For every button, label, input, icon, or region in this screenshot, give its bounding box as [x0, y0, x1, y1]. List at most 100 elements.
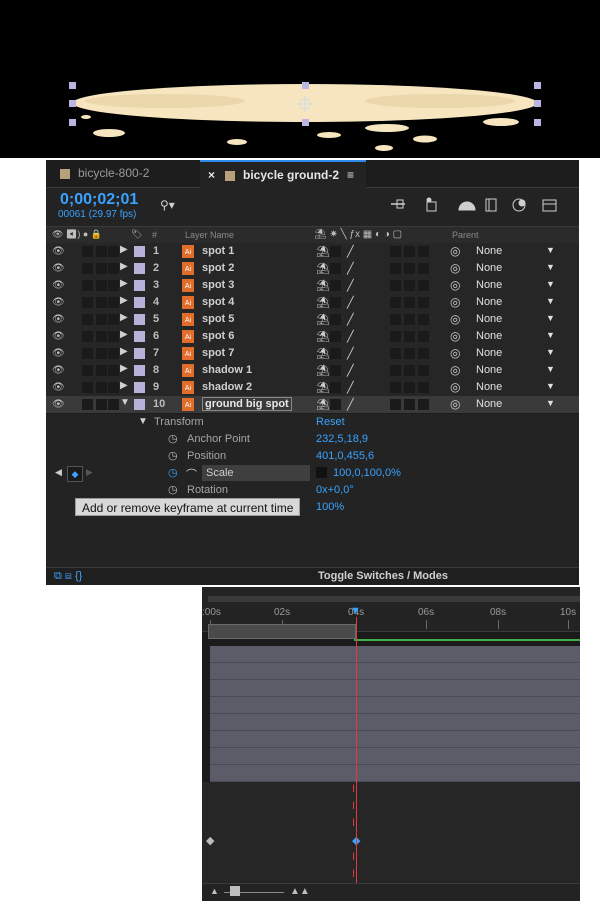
lock-toggle[interactable] — [108, 348, 119, 359]
playhead-marker-icon[interactable]: I — [352, 868, 355, 880]
position-value[interactable]: 401,0,455,6 — [316, 450, 374, 462]
quality-switch[interactable] — [330, 382, 341, 393]
layer-name[interactable]: spot 2 — [202, 262, 234, 274]
quality-switch[interactable] — [330, 297, 341, 308]
zoom-out-icon[interactable]: ▲ — [210, 886, 219, 896]
zoom-slider-thumb[interactable] — [230, 886, 240, 896]
layer-name[interactable]: spot 3 — [202, 279, 234, 291]
motion-blur-switch[interactable] — [390, 246, 401, 257]
chevron-down-icon[interactable]: ▼ — [546, 330, 555, 340]
collapse-transform-icon[interactable]: ⛱ — [316, 313, 330, 326]
motion-blur-switch[interactable] — [390, 297, 401, 308]
solo-toggle[interactable] — [96, 246, 107, 257]
lock-toggle[interactable] — [108, 246, 119, 257]
quality-switch[interactable] — [330, 280, 341, 291]
audio-toggle[interactable] — [82, 365, 93, 376]
scale-label[interactable]: Scale — [202, 465, 310, 481]
solo-toggle[interactable] — [96, 331, 107, 342]
solo-toggle[interactable] — [96, 280, 107, 291]
work-area-bar[interactable] — [208, 624, 356, 639]
layer-name[interactable]: shadow 2 — [202, 381, 252, 393]
layer-duration-bar[interactable] — [210, 663, 580, 680]
quality-switch[interactable] — [330, 365, 341, 376]
audio-toggle[interactable] — [82, 280, 93, 291]
parent-select[interactable]: None — [476, 296, 502, 308]
adjustment-layer-switch[interactable] — [404, 263, 415, 274]
search-icon[interactable]: ⚲▾ — [160, 198, 175, 212]
expand-layer-icon[interactable]: ▶ — [120, 278, 128, 289]
visibility-eye-icon[interactable]: 👁 — [52, 331, 65, 342]
adjustment-layer-switch[interactable] — [404, 348, 415, 359]
label-color-swatch[interactable] — [134, 314, 145, 325]
expand-layer-icon[interactable]: ▶ — [120, 244, 128, 255]
adjustment-layer-switch[interactable] — [404, 246, 415, 257]
scale-value[interactable]: 100,0,100,0% — [333, 467, 401, 479]
solo-toggle[interactable] — [96, 263, 107, 274]
solo-toggle[interactable] — [96, 382, 107, 393]
label-color-swatch[interactable] — [134, 331, 145, 342]
label-color-swatch[interactable] — [134, 246, 145, 257]
lock-toggle[interactable] — [108, 314, 119, 325]
audio-toggle[interactable] — [82, 314, 93, 325]
expand-layer-icon[interactable]: ▶ — [120, 261, 128, 272]
quality-slash-icon[interactable]: ╱ — [347, 245, 354, 258]
motion-blur-switch[interactable] — [390, 263, 401, 274]
parent-select[interactable]: None — [476, 364, 502, 376]
parent-select[interactable]: None — [476, 347, 502, 359]
layer-row[interactable]: 👁 ▶ 5 Ai spot 5 ⛱ ╱ ◎ None ▼ — [46, 311, 579, 329]
anchor-point-value[interactable]: 232,5,18,9 — [316, 433, 368, 445]
parent-pick-whip-icon[interactable]: ◎ — [450, 244, 460, 258]
zoom-in-icon[interactable]: ▲▲ — [290, 886, 310, 897]
chevron-down-icon[interactable]: ▼ — [546, 347, 555, 357]
visibility-eye-icon[interactable]: 👁 — [52, 348, 65, 359]
motion-blur-switch[interactable] — [390, 280, 401, 291]
layer-name[interactable]: shadow 1 — [202, 364, 252, 376]
playhead-marker-icon[interactable]: I — [352, 783, 355, 795]
visibility-eye-icon[interactable]: 👁 — [52, 280, 65, 291]
lock-toggle[interactable] — [108, 331, 119, 342]
lock-toggle[interactable] — [108, 399, 119, 410]
quality-switch[interactable] — [330, 399, 341, 410]
adjustment-layer-switch[interactable] — [404, 314, 415, 325]
motion-blur-switch[interactable] — [390, 365, 401, 376]
adjustment-layer-switch[interactable] — [404, 399, 415, 410]
time-navigator-bar[interactable] — [208, 596, 580, 602]
parent-pick-whip-icon[interactable]: ◎ — [450, 346, 460, 360]
playhead-marker-icon[interactable]: I — [352, 817, 355, 829]
layer-duration-bar[interactable] — [210, 697, 580, 714]
collapse-transform-icon[interactable]: ⛱ — [316, 398, 330, 411]
3d-layer-switch[interactable] — [418, 314, 429, 325]
layer-name[interactable]: spot 7 — [202, 347, 234, 359]
current-time-display[interactable]: 0;00;02;01 — [60, 191, 138, 209]
stopwatch-icon[interactable]: ◷ — [168, 432, 178, 445]
3d-layer-switch[interactable] — [418, 246, 429, 257]
expand-layer-icon[interactable]: ▶ — [120, 295, 128, 306]
3d-layer-switch[interactable] — [418, 382, 429, 393]
parent-select[interactable]: None — [476, 262, 502, 274]
lock-toggle[interactable] — [108, 365, 119, 376]
audio-toggle[interactable] — [82, 382, 93, 393]
property-track[interactable]: I — [202, 782, 580, 800]
tab-bicycle-800-2[interactable]: bicycle-800-2 — [60, 160, 195, 187]
layer-row[interactable]: 👁 ▶ 9 Ai shadow 2 ⛱ ╱ ◎ None ▼ — [46, 379, 579, 397]
stopwatch-active-icon[interactable]: ◷ — [168, 466, 178, 479]
footer-toggle-icons[interactable]: ⧉ ⧈ {} — [54, 570, 82, 583]
chevron-down-icon[interactable]: ▼ — [546, 398, 555, 408]
next-keyframe-icon[interactable]: ▶ — [86, 467, 93, 478]
parent-select[interactable]: None — [476, 398, 502, 410]
expand-layer-icon[interactable]: ▶ — [120, 312, 128, 323]
quality-slash-icon[interactable]: ╱ — [347, 262, 354, 275]
lock-toggle[interactable] — [108, 382, 119, 393]
tab-menu-icon[interactable]: ≡ — [347, 168, 354, 182]
adjustment-layer-switch[interactable] — [404, 382, 415, 393]
visibility-eye-icon[interactable]: 👁 — [52, 297, 65, 308]
layer-row[interactable]: 👁 ▼ 10 Ai ground big spot ⛱ ╱ ◎ None ▼ — [46, 396, 579, 414]
adjustment-layer-switch[interactable] — [404, 297, 415, 308]
solo-toggle[interactable] — [96, 297, 107, 308]
lock-toggle[interactable] — [108, 297, 119, 308]
chevron-down-icon[interactable]: ▼ — [546, 313, 555, 323]
collapse-transform-icon[interactable]: ⛱ — [316, 279, 330, 292]
layer-name[interactable]: ground big spot — [202, 397, 292, 411]
label-color-swatch[interactable] — [134, 348, 145, 359]
audio-toggle[interactable] — [82, 331, 93, 342]
